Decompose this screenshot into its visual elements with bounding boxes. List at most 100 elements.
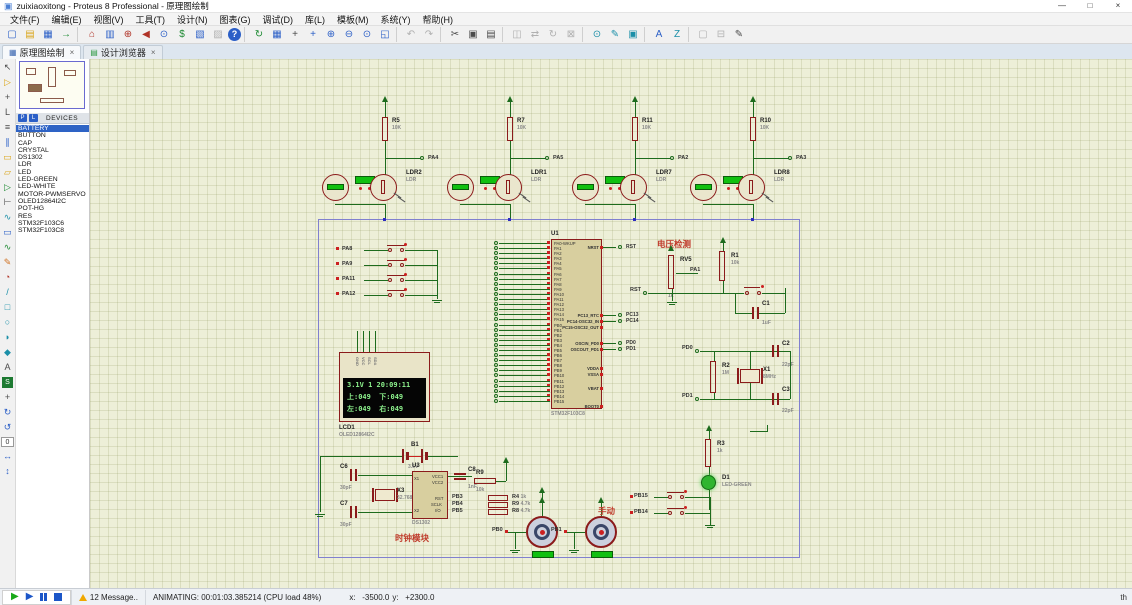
device-pin-icon[interactable]: ⊢	[1, 195, 15, 210]
button-actuator[interactable]	[404, 243, 407, 246]
block-delete-icon[interactable]: ⊠	[563, 27, 579, 42]
decrease-light-button[interactable]	[609, 187, 612, 190]
library-manager-button[interactable]: L	[29, 114, 38, 122]
resistor-symbol[interactable]	[507, 117, 513, 141]
button-symbol[interactable]	[387, 290, 405, 291]
decrease-light-button[interactable]	[727, 187, 730, 190]
save-file-icon[interactable]: ▦	[40, 27, 56, 42]
property-card-icon[interactable]: ▧	[192, 27, 208, 42]
resistor-symbol[interactable]	[382, 117, 388, 141]
device-item[interactable]: RES	[16, 213, 89, 220]
edit-script-icon[interactable]: ✎	[731, 27, 747, 42]
capacitor-symbol[interactable]	[350, 506, 357, 518]
menu-item[interactable]: 视图(V)	[88, 13, 130, 26]
bill-of-materials-icon[interactable]: $	[174, 27, 190, 42]
selection-pointer-icon[interactable]: ↖	[1, 60, 15, 75]
resistor-symbol[interactable]	[488, 495, 508, 501]
remove-sheet-icon[interactable]: ⊟	[713, 27, 729, 42]
mirror-horizontal-icon[interactable]: ↔	[1, 449, 15, 464]
new-file-icon[interactable]: ▢	[4, 27, 20, 42]
2d-arc-icon[interactable]: ◗	[1, 330, 15, 345]
rotate-clockwise-icon[interactable]: ↻	[1, 405, 15, 420]
menu-item[interactable]: 图表(G)	[214, 13, 257, 26]
resistor-symbol[interactable]	[488, 502, 508, 508]
pick-devices-button[interactable]: P	[18, 114, 27, 122]
resistor-symbol[interactable]	[474, 478, 496, 484]
letter-a-icon[interactable]: A	[651, 27, 667, 42]
block-move-icon[interactable]: ⇄	[527, 27, 543, 42]
zoom-in-icon[interactable]: ⊕	[323, 27, 339, 42]
stop-button[interactable]	[54, 593, 62, 601]
goto-previous-icon[interactable]: ◀	[138, 27, 154, 42]
button-actuator[interactable]	[404, 288, 407, 291]
capacitor-symbol[interactable]	[350, 469, 357, 481]
toggle-grid-icon[interactable]: ▦	[269, 27, 285, 42]
pick-parts-icon[interactable]: ⊙	[589, 27, 605, 42]
device-item[interactable]: MOTOR-PWMSERVO	[16, 191, 89, 198]
button-symbol[interactable]	[387, 245, 405, 246]
device-item[interactable]: LED-GREEN	[16, 176, 89, 183]
search-icon[interactable]: ⊙	[156, 27, 172, 42]
button-symbol[interactable]	[744, 287, 760, 288]
menu-item[interactable]: 模板(M)	[331, 13, 375, 26]
device-item[interactable]: STM32F103C8	[16, 227, 89, 234]
graph-mode-icon[interactable]: ∿	[1, 210, 15, 225]
device-item[interactable]: BUTTON	[16, 132, 89, 139]
pause-button[interactable]	[40, 593, 47, 601]
resistor-symbol[interactable]	[488, 509, 508, 515]
message-segment[interactable]: 12 Message..	[71, 590, 145, 605]
pan-icon[interactable]: +	[305, 27, 321, 42]
button-symbol[interactable]	[667, 508, 684, 509]
button-symbol[interactable]	[667, 492, 684, 493]
mirror-vertical-icon[interactable]: ↕	[1, 464, 15, 479]
button-symbol[interactable]	[387, 275, 405, 276]
step-button[interactable]: ▶	[26, 591, 34, 603]
close-tab-icon[interactable]: ×	[70, 48, 75, 57]
center-origin-icon[interactable]: ⊕	[120, 27, 136, 42]
2d-text-icon[interactable]: A	[1, 360, 15, 375]
led-green-symbol[interactable]	[701, 475, 716, 490]
button-actuator[interactable]	[684, 490, 687, 493]
menu-item[interactable]: 文件(F)	[4, 13, 46, 26]
device-item[interactable]: CRYSTAL	[16, 147, 89, 154]
sheet-view-icon[interactable]: ▥	[102, 27, 118, 42]
zoom-out-icon[interactable]: ⊖	[341, 27, 357, 42]
device-item[interactable]: BATTERY	[16, 125, 89, 132]
voltage-probe-icon[interactable]: ✎	[1, 255, 15, 270]
schematic-canvas[interactable]: R5 10K PA4 LDR2 L	[90, 59, 1132, 588]
zoom-area-icon[interactable]: ◱	[377, 27, 393, 42]
paste-icon[interactable]: ▤	[483, 27, 499, 42]
menu-item[interactable]: 帮助(H)	[417, 13, 460, 26]
resistor-symbol[interactable]	[750, 117, 756, 141]
device-item[interactable]: DS1302	[16, 154, 89, 161]
junction-dot-icon[interactable]: +	[1, 90, 15, 105]
report-icon[interactable]: ▨	[210, 27, 226, 42]
2d-marker-icon[interactable]: +	[1, 390, 15, 405]
current-probe-icon[interactable]: ◔	[1, 270, 15, 285]
home-icon[interactable]: ⌂	[84, 27, 100, 42]
2d-line-icon[interactable]: /	[1, 285, 15, 300]
pot-symbol[interactable]	[668, 255, 674, 289]
overview-minimap[interactable]	[19, 61, 85, 109]
zoom-all-icon[interactable]: ⊙	[359, 27, 375, 42]
block-rotate-icon[interactable]: ↻	[545, 27, 561, 42]
resistor-symbol[interactable]	[632, 117, 638, 141]
2d-path-icon[interactable]: ◆	[1, 345, 15, 360]
button-actuator[interactable]	[761, 285, 764, 288]
menu-item[interactable]: 系统(Y)	[375, 13, 417, 26]
menu-item[interactable]: 编辑(E)	[46, 13, 88, 26]
minimize-button[interactable]: —	[1048, 0, 1076, 12]
subcircuit-icon[interactable]: ▭	[1, 150, 15, 165]
packaging-icon[interactable]: ▣	[625, 27, 641, 42]
button-actuator[interactable]	[684, 506, 687, 509]
menu-item[interactable]: 库(L)	[299, 13, 331, 26]
component-mode-icon[interactable]: ▱	[1, 165, 15, 180]
menu-item[interactable]: 工具(T)	[130, 13, 172, 26]
wire-label-icon[interactable]: L	[1, 105, 15, 120]
capacitor-symbol[interactable]	[772, 393, 779, 405]
rotation-angle-box[interactable]: 0	[1, 437, 14, 447]
generator-icon[interactable]: ∿	[1, 240, 15, 255]
make-device-icon[interactable]: ✎	[607, 27, 623, 42]
false-origin-icon[interactable]: +	[287, 27, 303, 42]
2d-box-icon[interactable]: □	[1, 300, 15, 315]
